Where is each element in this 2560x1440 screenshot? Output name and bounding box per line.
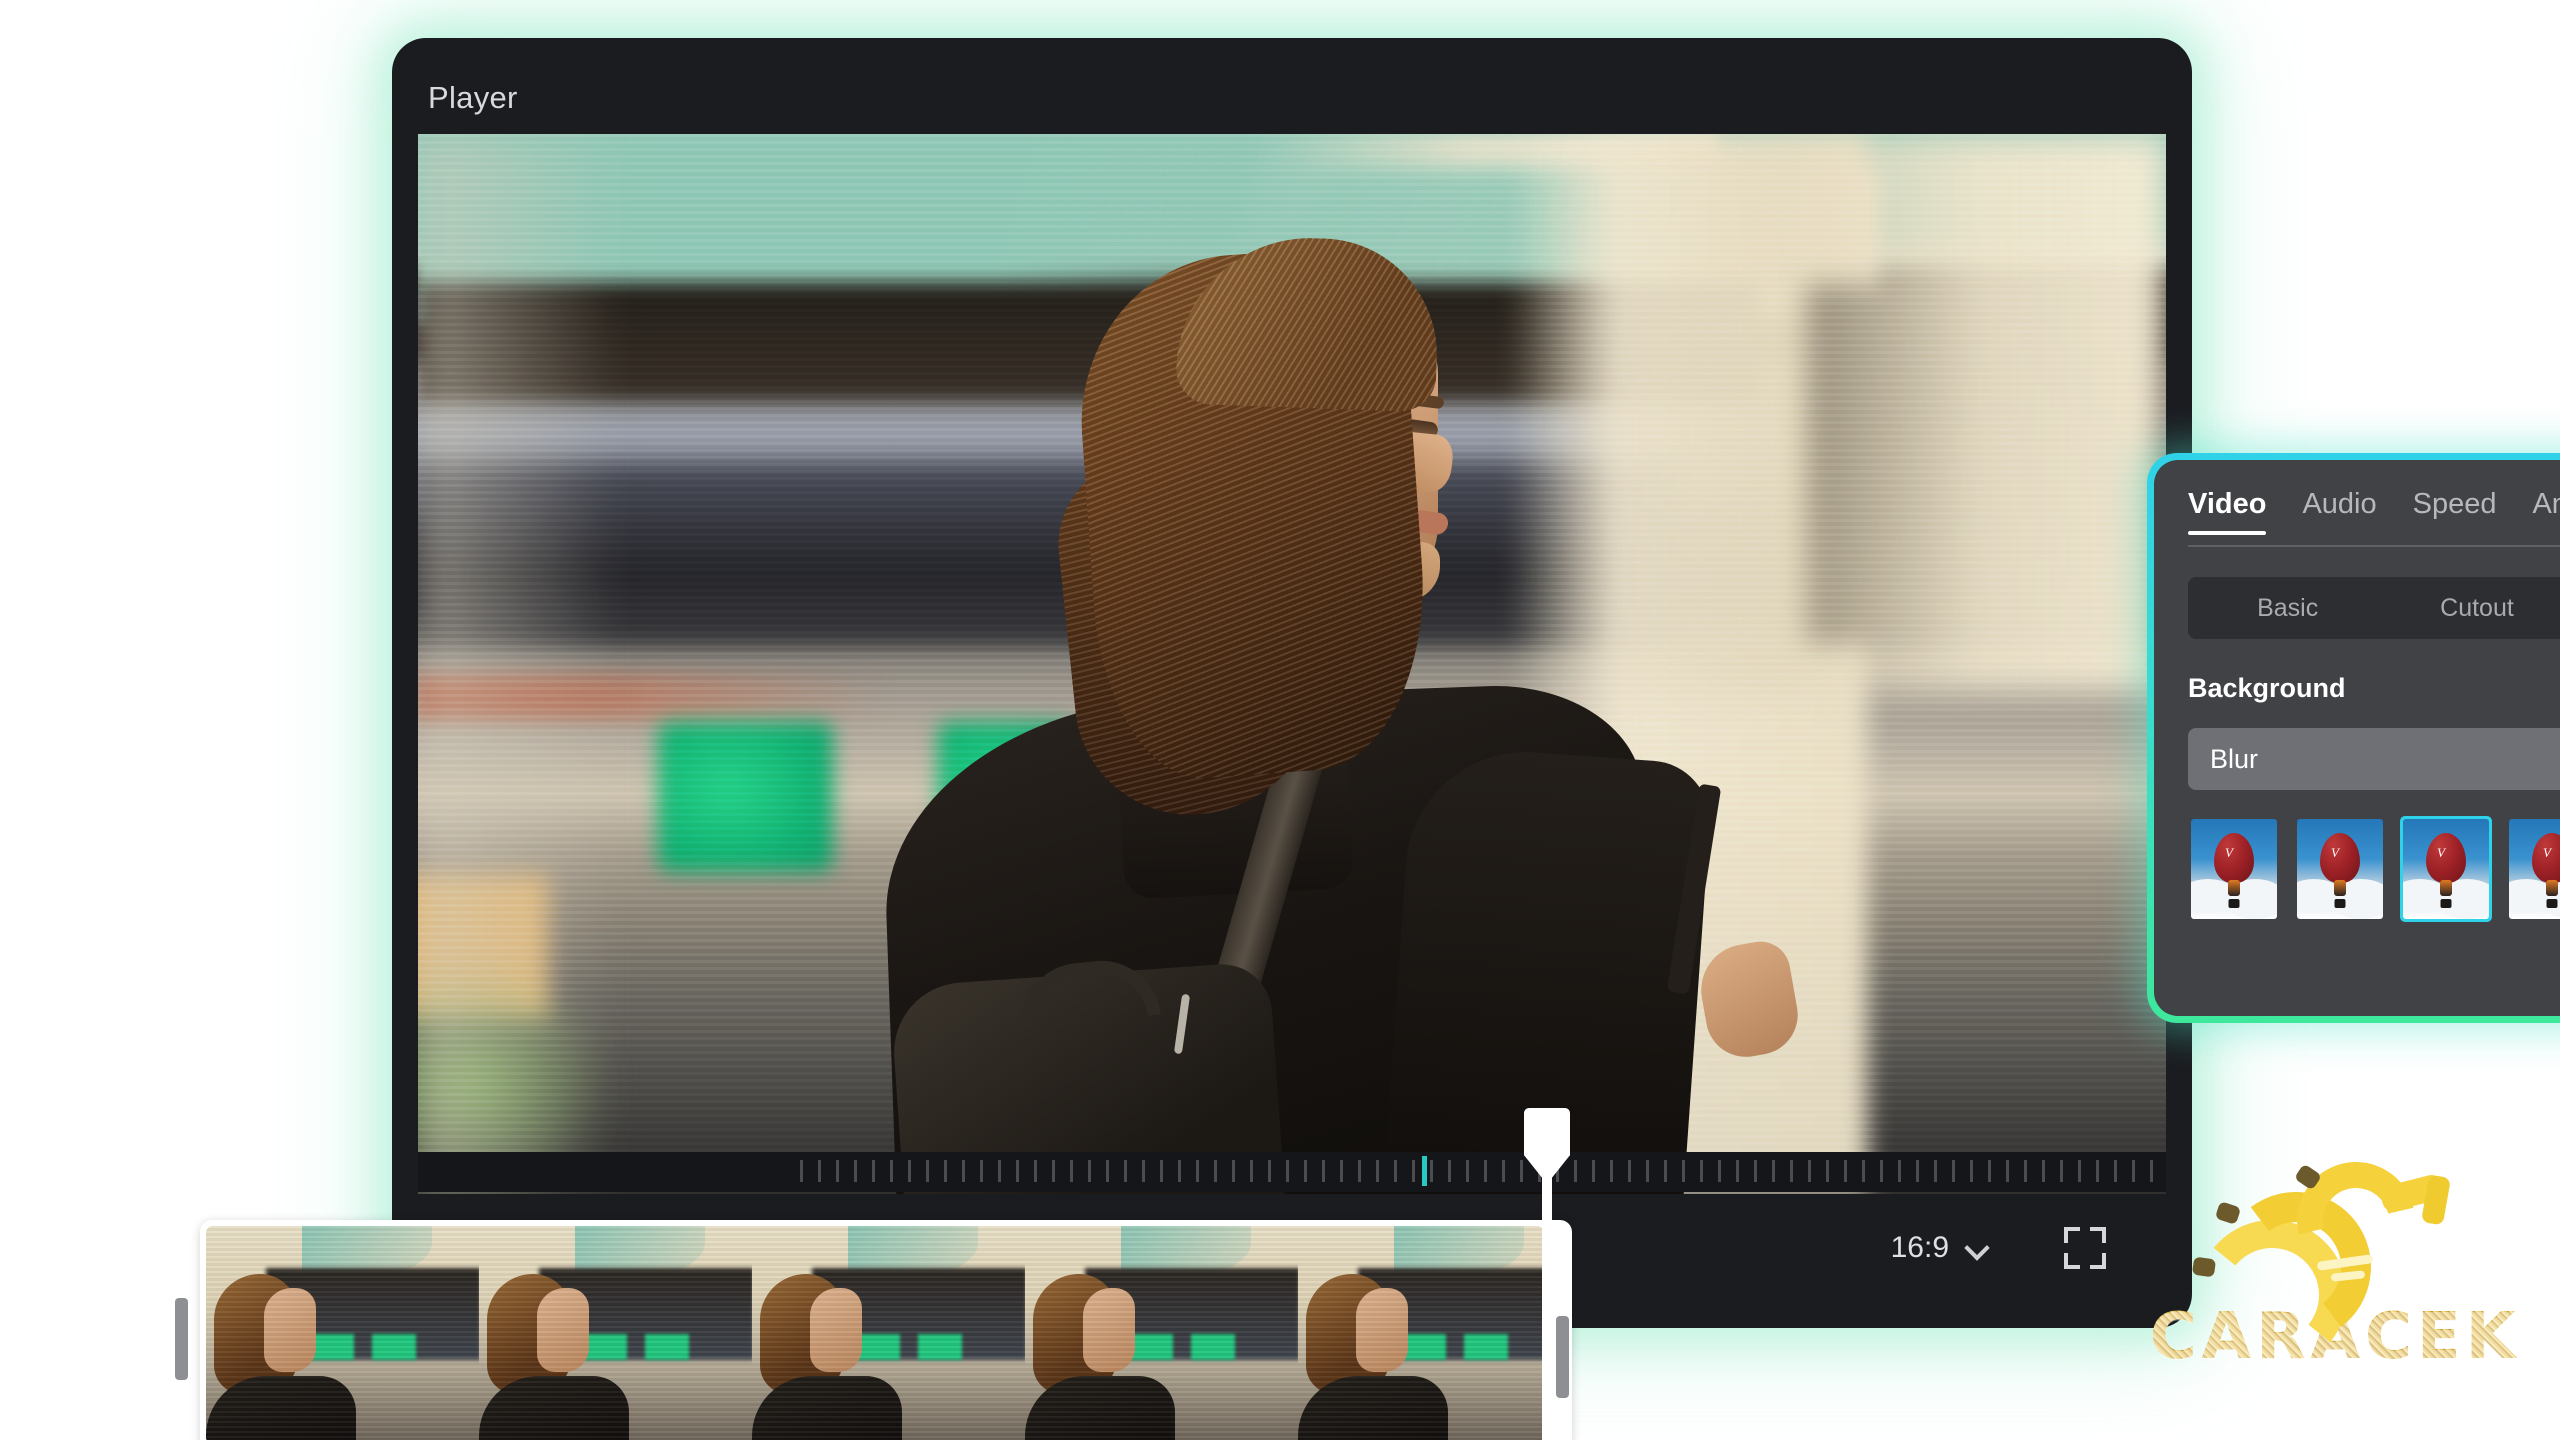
- background-section-header: Background Apply to all: [2188, 673, 2560, 704]
- frame-streaks: [1025, 1226, 1298, 1440]
- balloon-thumbnail: V: [2509, 819, 2560, 919]
- fullscreen-corner: [2090, 1227, 2106, 1243]
- subject-lips: [1414, 509, 1450, 537]
- filmstrip-frame: [1298, 1226, 1544, 1440]
- blur-preset-1[interactable]: V: [2188, 816, 2280, 922]
- chevron-down-icon: [1967, 1239, 1986, 1258]
- player-label: Player: [428, 80, 518, 115]
- app-window: Player Video Audio Speed An Basic Cutout…: [392, 38, 2560, 1328]
- watermark: CARACEK MEDIA TUTORIAL DIGITAL: [2125, 1139, 2545, 1434]
- banana-cap: [2191, 1256, 2217, 1278]
- filmstrip-frame: [752, 1226, 1025, 1440]
- subject-head: [1049, 233, 1455, 827]
- blur-preset-4[interactable]: V: [2506, 816, 2560, 922]
- tab-speed[interactable]: Speed: [2413, 488, 2497, 533]
- watermark-subtitle: MEDIA TUTORIAL DIGITAL: [2137, 1376, 2533, 1404]
- balloon-thumbnail: V: [2297, 819, 2383, 919]
- tab-video[interactable]: Video: [2188, 488, 2267, 535]
- section-title: Background: [2188, 673, 2346, 703]
- video-preview[interactable]: [418, 134, 2166, 1194]
- frame-streaks: [1298, 1226, 1544, 1440]
- timeline-ruler[interactable]: [418, 1152, 2166, 1192]
- balloon-mark: V: [2331, 845, 2339, 860]
- panel-tab-bar: Video Audio Speed Animation: [2188, 488, 2560, 547]
- timeline-ruler-ticks: [800, 1160, 2166, 1182]
- fullscreen-corner: [2064, 1253, 2080, 1269]
- fullscreen-icon[interactable]: [2064, 1227, 2106, 1269]
- balloon-basket: [2440, 899, 2452, 908]
- clip-trim-handle-left[interactable]: [175, 1298, 188, 1380]
- frame-streaks: [206, 1226, 479, 1440]
- playhead-stem: [1542, 1178, 1552, 1440]
- segment-basic[interactable]: Basic: [2193, 582, 2382, 634]
- filmstrip: [206, 1226, 1544, 1440]
- hot-air-balloon-icon: V: [2426, 833, 2466, 883]
- timeline-marker[interactable]: [1422, 1156, 1427, 1186]
- balloon-mark: V: [2543, 845, 2551, 860]
- timeline-clip[interactable]: [200, 1220, 1572, 1440]
- hot-air-balloon-icon: V: [2214, 833, 2254, 883]
- blur-preset-2[interactable]: V: [2294, 816, 2386, 922]
- balloon-thumbnail: V: [2191, 819, 2277, 919]
- preview-subject-woman: [418, 134, 2166, 1194]
- tab-animation[interactable]: Animation: [2532, 488, 2560, 533]
- background-type-dropdown[interactable]: Blur: [2188, 728, 2560, 790]
- hot-air-balloon-icon: V: [2532, 833, 2560, 883]
- hot-air-balloon-icon: V: [2320, 833, 2360, 883]
- fullscreen-corner: [2064, 1227, 2080, 1243]
- balloon-basket: [2334, 899, 2346, 908]
- video-settings-panel-body: Video Audio Speed Animation Basic Cutout…: [2154, 460, 2560, 1016]
- timeline-playhead[interactable]: [1524, 1108, 1570, 1440]
- balloon-thumbnail: V: [2403, 819, 2489, 919]
- tab-audio[interactable]: Audio: [2302, 488, 2376, 533]
- frame-streaks: [479, 1226, 752, 1440]
- blur-preset-list: V V V V: [2188, 816, 2560, 922]
- video-sub-tab-group: Basic Cutout Background: [2188, 577, 2560, 639]
- screenshot-root: Player Video Audio Speed An Basic Cutout…: [0, 0, 2560, 1440]
- subject-hand: [1693, 936, 1805, 1064]
- blur-preset-3[interactable]: V: [2400, 816, 2492, 922]
- filmstrip-frame: [479, 1226, 752, 1440]
- filmstrip-frame: [1025, 1226, 1298, 1440]
- fullscreen-corner: [2090, 1253, 2106, 1269]
- balloon-mark: V: [2225, 845, 2233, 860]
- banana-bunch-icon: [2185, 1139, 2485, 1378]
- frame-streaks: [752, 1226, 1025, 1440]
- balloon-basket: [2228, 899, 2240, 908]
- balloon-mark: V: [2437, 845, 2445, 860]
- aspect-ratio-selector[interactable]: 16:9: [1891, 1231, 1986, 1265]
- filmstrip-frame: [206, 1226, 479, 1440]
- balloon-basket: [2546, 899, 2558, 908]
- playhead-handle[interactable]: [1524, 1108, 1570, 1184]
- aspect-ratio-value: 16:9: [1890, 1231, 1949, 1264]
- background-type-value: Blur: [2210, 743, 2259, 774]
- segment-cutout[interactable]: Cutout: [2382, 582, 2560, 634]
- video-settings-panel: Video Audio Speed Animation Basic Cutout…: [2147, 453, 2560, 1023]
